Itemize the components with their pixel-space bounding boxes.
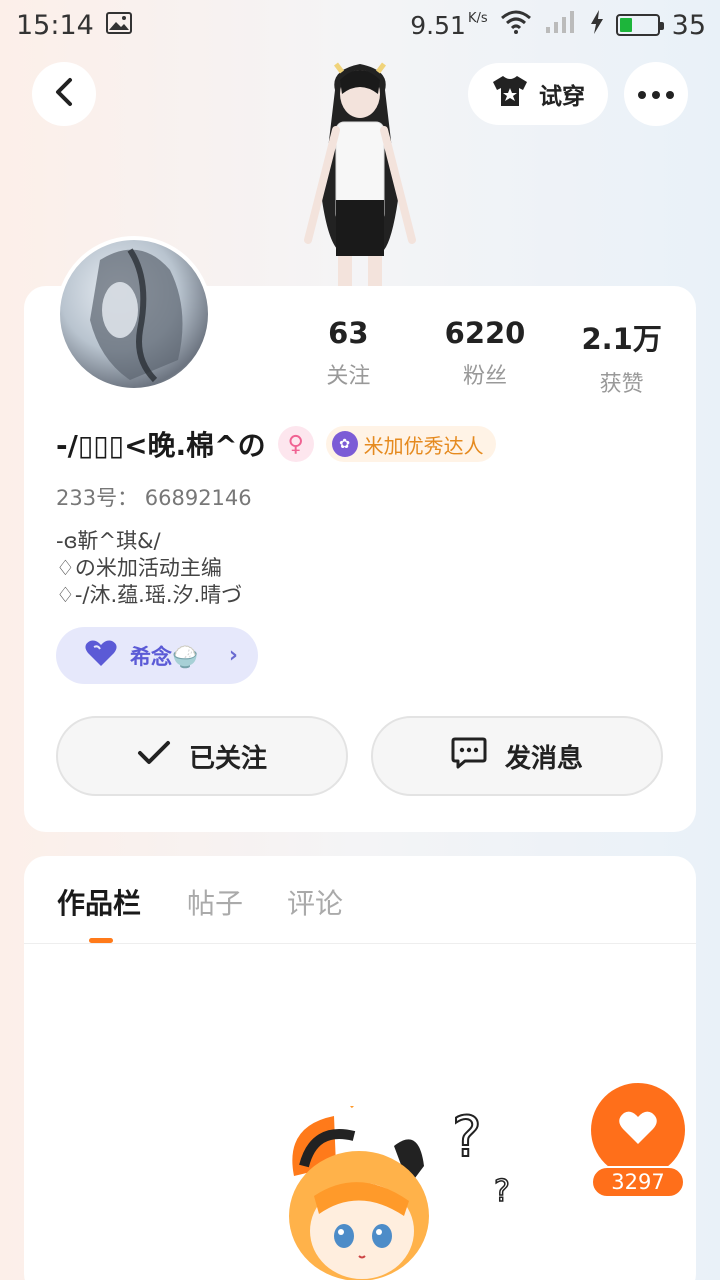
medal-icon: ✿ [331, 431, 358, 457]
check-icon [137, 740, 171, 773]
fan-club-button[interactable]: 希念🍚 › [56, 627, 258, 684]
status-bar: 15:14 9.51 K/s 35 [0, 0, 720, 50]
back-button[interactable] [32, 62, 96, 126]
bio-line: ♢の米加活动主编 [56, 556, 222, 580]
tab-bar: 作品栏 帖子 评论 [24, 856, 696, 944]
like-button[interactable] [591, 1083, 685, 1177]
followers-label: 粉丝 [463, 364, 508, 389]
tab-works[interactable]: 作品栏 [57, 882, 141, 922]
content-card: 作品栏 帖子 评论 ? ? [24, 856, 696, 1280]
status-time: 15:14 [16, 9, 94, 41]
more-button[interactable] [624, 62, 688, 126]
battery-percent: 35 [671, 9, 706, 41]
heart-icon [84, 639, 118, 672]
tab-comments[interactable]: 评论 [287, 882, 343, 922]
stat-likes[interactable]: 2.1万 获赞 [553, 316, 690, 397]
following-button-label: 已关注 [188, 743, 267, 774]
speed-unit: K/s [467, 10, 488, 26]
tshirt-icon [491, 74, 529, 114]
empty-state-mascot: ? ? [244, 1083, 544, 1280]
fan-club-label: 希念🍚 [130, 644, 199, 669]
dressup-avatar[interactable] [280, 50, 440, 286]
chat-bubble-icon [451, 736, 487, 777]
like-count: 3297 [591, 1166, 685, 1198]
svg-text:?: ? [494, 1174, 510, 1209]
bio-line: -ɞ靳^琪&/ [56, 529, 161, 553]
battery-fill [619, 18, 633, 32]
send-message-button[interactable]: 发消息 [371, 716, 663, 796]
stats-row: 63 关注 6220 粉丝 2.1万 获赞 [280, 316, 690, 397]
creator-badge-label: 米加优秀达人 [363, 433, 484, 458]
bio: -ɞ靳^琪&/ ♢の米加活动主编 ♢-/沐.蕴.瑶.汐.晴づ [56, 528, 242, 609]
stat-followers[interactable]: 6220 粉丝 [417, 316, 554, 396]
username: -/▯▯▯<晚.棉^の [56, 429, 266, 462]
following-count: 63 [328, 316, 369, 350]
heart-icon [618, 1110, 658, 1150]
bio-line: ♢-/沐.蕴.瑶.汐.晴づ [56, 583, 243, 607]
tab-posts[interactable]: 帖子 [187, 882, 243, 922]
network-speed: 9.51 K/s [410, 10, 488, 40]
following-button[interactable]: 已关注 [56, 716, 348, 796]
battery-icon [615, 14, 664, 36]
chevron-left-icon [53, 77, 75, 111]
following-label: 关注 [326, 364, 371, 389]
active-tab-indicator [89, 938, 113, 943]
wifi-icon [500, 10, 532, 41]
avatar[interactable] [56, 236, 212, 392]
likes-received-count: 2.1万 [581, 322, 662, 356]
signal-icon [544, 9, 578, 42]
name-row: -/▯▯▯<晚.棉^の ♀ ✿ 米加优秀达人 [56, 424, 496, 464]
image-icon [105, 10, 132, 41]
try-on-label: 试穿 [539, 84, 585, 110]
try-on-button[interactable]: 试穿 [468, 63, 608, 125]
svg-text:?: ? [452, 1106, 482, 1170]
likes-received-label: 获赞 [599, 372, 644, 397]
stat-following[interactable]: 63 关注 [280, 316, 417, 396]
chevron-right-icon: › [228, 643, 238, 668]
charging-icon [590, 9, 604, 41]
send-message-label: 发消息 [504, 743, 583, 774]
female-gender-icon: ♀ [277, 426, 314, 462]
creator-badge[interactable]: ✿ 米加优秀达人 [325, 426, 496, 462]
more-dots-icon [637, 85, 675, 104]
followers-count: 6220 [444, 316, 526, 350]
user-id[interactable]: 233号： 66892146 [56, 482, 252, 512]
